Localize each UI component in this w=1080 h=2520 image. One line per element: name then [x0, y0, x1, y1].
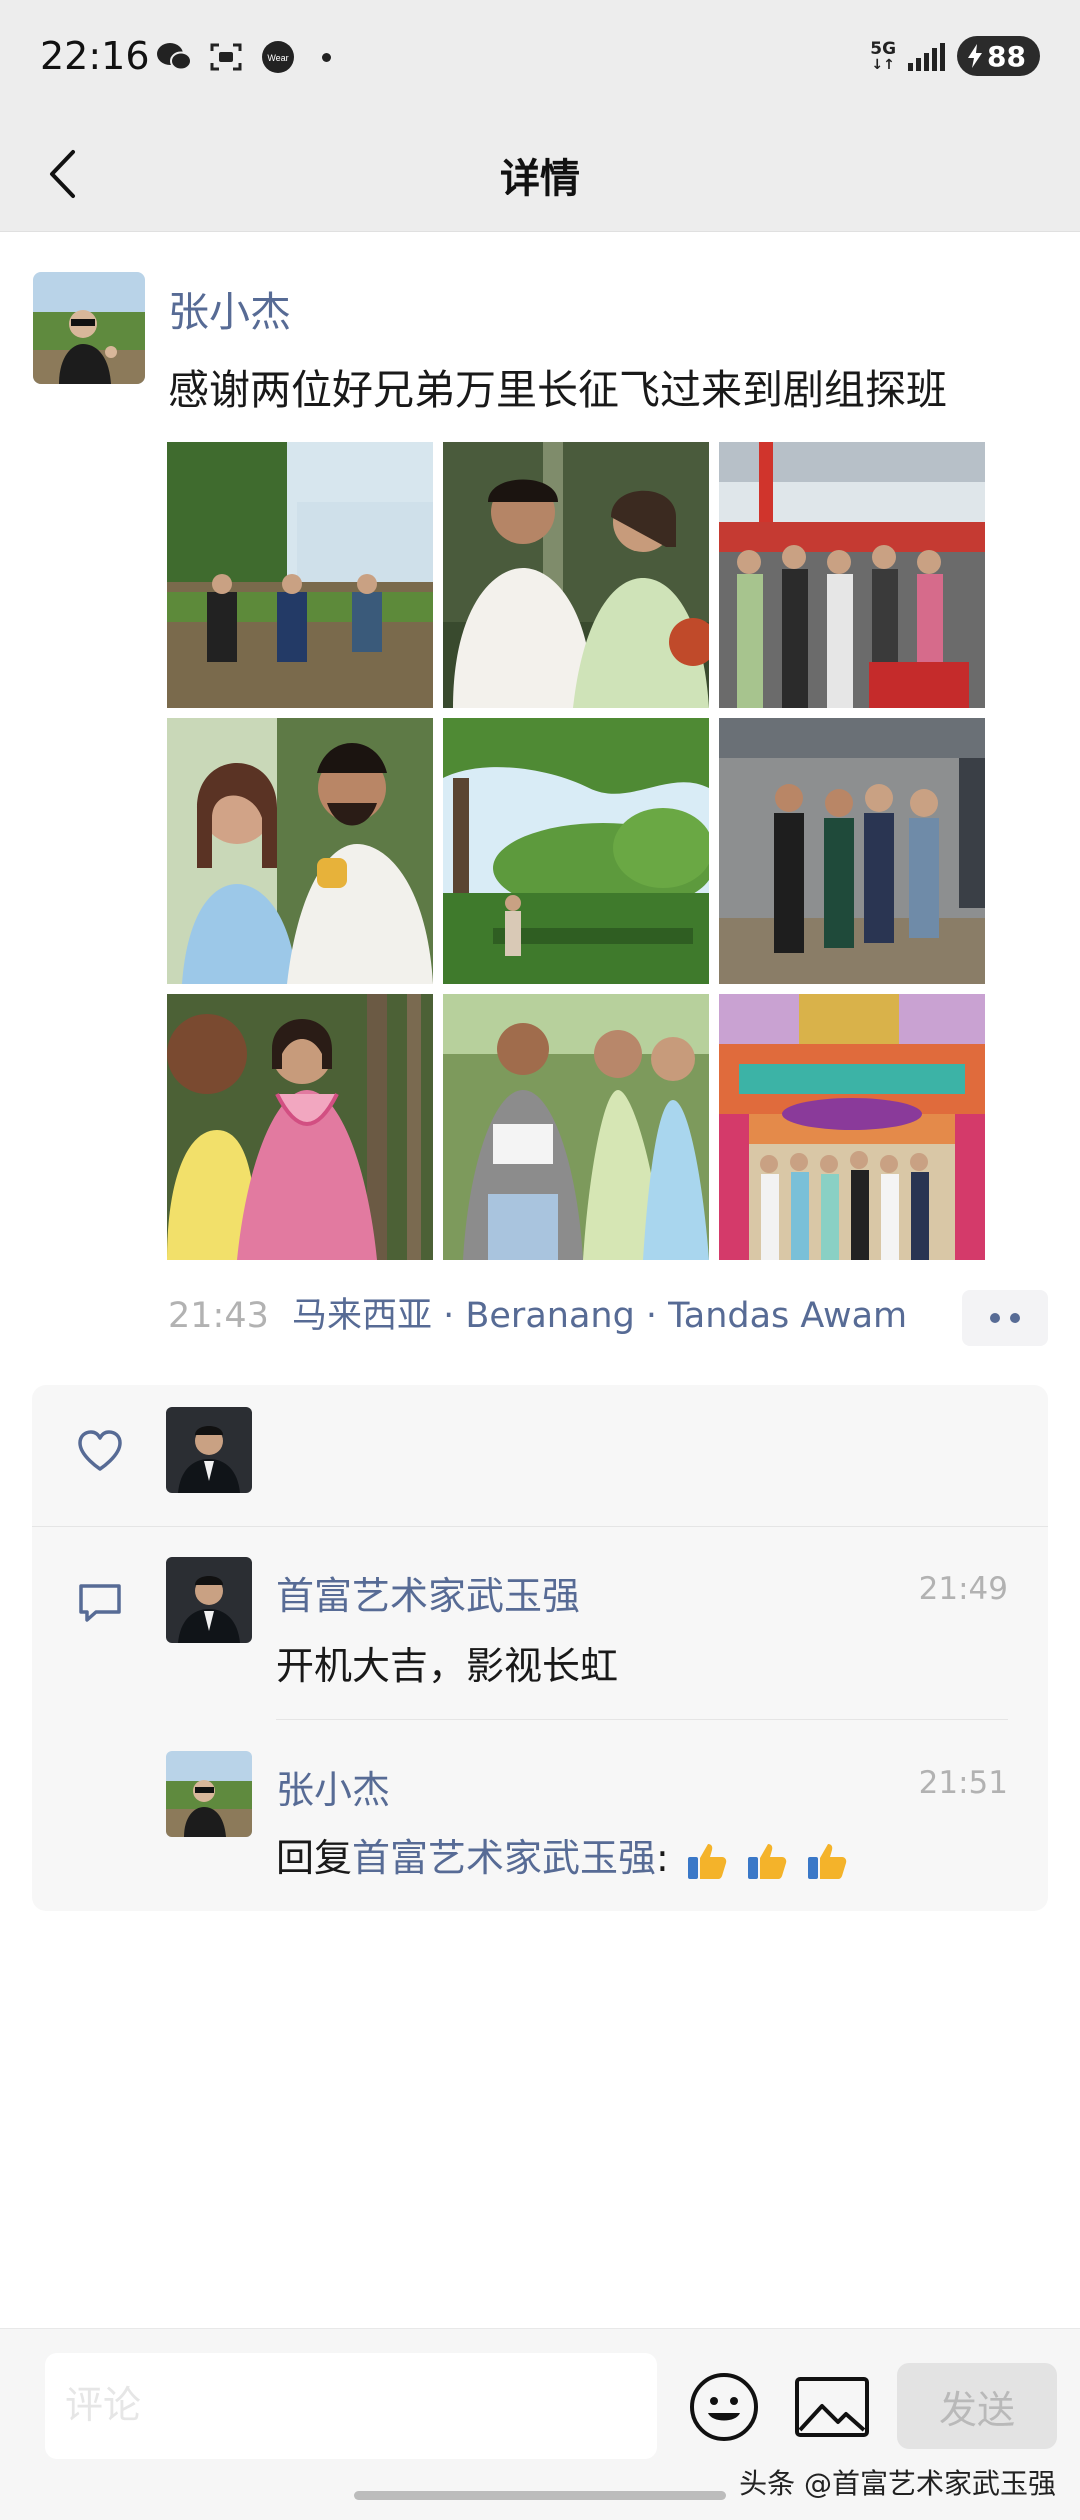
send-button[interactable]: 发送 [897, 2363, 1057, 2449]
comment-author[interactable]: 首富艺术家武玉强 [276, 1565, 580, 1620]
emoji-button[interactable] [686, 2369, 762, 2445]
battery-indicator: 88 [957, 36, 1040, 76]
comment-input[interactable] [45, 2353, 657, 2459]
more-dot-icon [990, 1313, 1000, 1323]
photo-grid [167, 442, 985, 1260]
post-text: 感谢两位好兄弟万里长征飞过来到剧组探班 [168, 366, 947, 414]
photo-group-under-awning[interactable] [719, 718, 985, 984]
nav-bar: 详情 [0, 116, 1080, 232]
battery-level: 88 [987, 39, 1026, 73]
likes-row [32, 1385, 1048, 1527]
photo-group-at-temple[interactable] [719, 994, 985, 1260]
reply-colon: : [656, 1836, 669, 1880]
post-meta: 21:43 马来西亚 · Beranang · Tandas Awam [168, 1287, 907, 1338]
comment-author[interactable]: 张小杰 [276, 1759, 390, 1814]
post-author[interactable]: 张小杰 [168, 278, 291, 338]
post-location[interactable]: 马来西亚 · Beranang · Tandas Awam [292, 1296, 907, 1336]
thumbs-up-icon [808, 1843, 847, 1879]
photo-women-reading-script[interactable] [443, 994, 709, 1260]
reply-prefix: 回复 [276, 1836, 353, 1880]
interaction-panel: 首富艺术家武玉强 21:49 开机大吉，影视长虹 张小杰 21:51 回复首富艺… [32, 1385, 1048, 1911]
status-time: 22:16 [40, 34, 150, 78]
comment-avatar[interactable] [166, 1751, 252, 1837]
dot-icon [322, 52, 331, 62]
comment-text[interactable]: 开机大吉，影视长虹 [276, 1635, 618, 1690]
thumbs-up-icon [687, 1843, 727, 1879]
comment-text[interactable]: 回复首富艺术家武玉强: [276, 1827, 849, 1883]
post-time: 21:43 [168, 1296, 269, 1336]
status-right: 5G ↓↑ 88 [870, 36, 1040, 76]
photo-group-seated-outdoors[interactable] [167, 442, 433, 708]
thumbs-up-icon [748, 1843, 787, 1879]
charging-icon [968, 44, 983, 68]
wear-label: Wear [267, 53, 288, 63]
network-label: 5G [870, 38, 897, 59]
reply-target[interactable]: 首富艺术家武玉强 [352, 1836, 656, 1880]
photo-tree-lined-park[interactable] [443, 718, 709, 984]
comment-time: 21:51 [918, 1765, 1008, 1801]
smiley-icon [690, 2373, 758, 2441]
wechat-icon [156, 40, 192, 74]
photo-women-pink-dress[interactable] [167, 994, 433, 1260]
comment-time: 21:49 [918, 1571, 1008, 1607]
signal-icon [908, 41, 946, 71]
comment-icon [72, 1575, 128, 1631]
avatar[interactable] [33, 272, 145, 384]
wear-icon: Wear [260, 40, 296, 74]
screenshot-icon [208, 40, 244, 74]
photo-crowd-ceremony[interactable] [719, 442, 985, 708]
status-icons: Wear [156, 40, 331, 74]
image-icon [795, 2377, 869, 2437]
network-indicator: 5G ↓↑ [870, 38, 897, 73]
photo-woman-and-man-smiling[interactable] [167, 718, 433, 984]
status-bar: 22:16 Wear 5G ↓↑ 88 [0, 0, 1080, 116]
like-avatar[interactable] [166, 1407, 252, 1493]
page-title: 详情 [500, 156, 580, 202]
comment-divider [276, 1719, 1008, 1720]
home-indicator[interactable] [354, 2491, 726, 2500]
heart-icon [72, 1423, 128, 1479]
comment-avatar[interactable] [166, 1557, 252, 1643]
watermark: 头条 @首富艺术家武玉强 [739, 2467, 1056, 2500]
more-actions-button[interactable] [962, 1290, 1048, 1346]
image-button[interactable] [792, 2369, 872, 2445]
photo-actors-couple[interactable] [443, 442, 709, 708]
data-arrows-icon: ↓↑ [871, 56, 895, 73]
more-dot-icon [1010, 1313, 1020, 1323]
